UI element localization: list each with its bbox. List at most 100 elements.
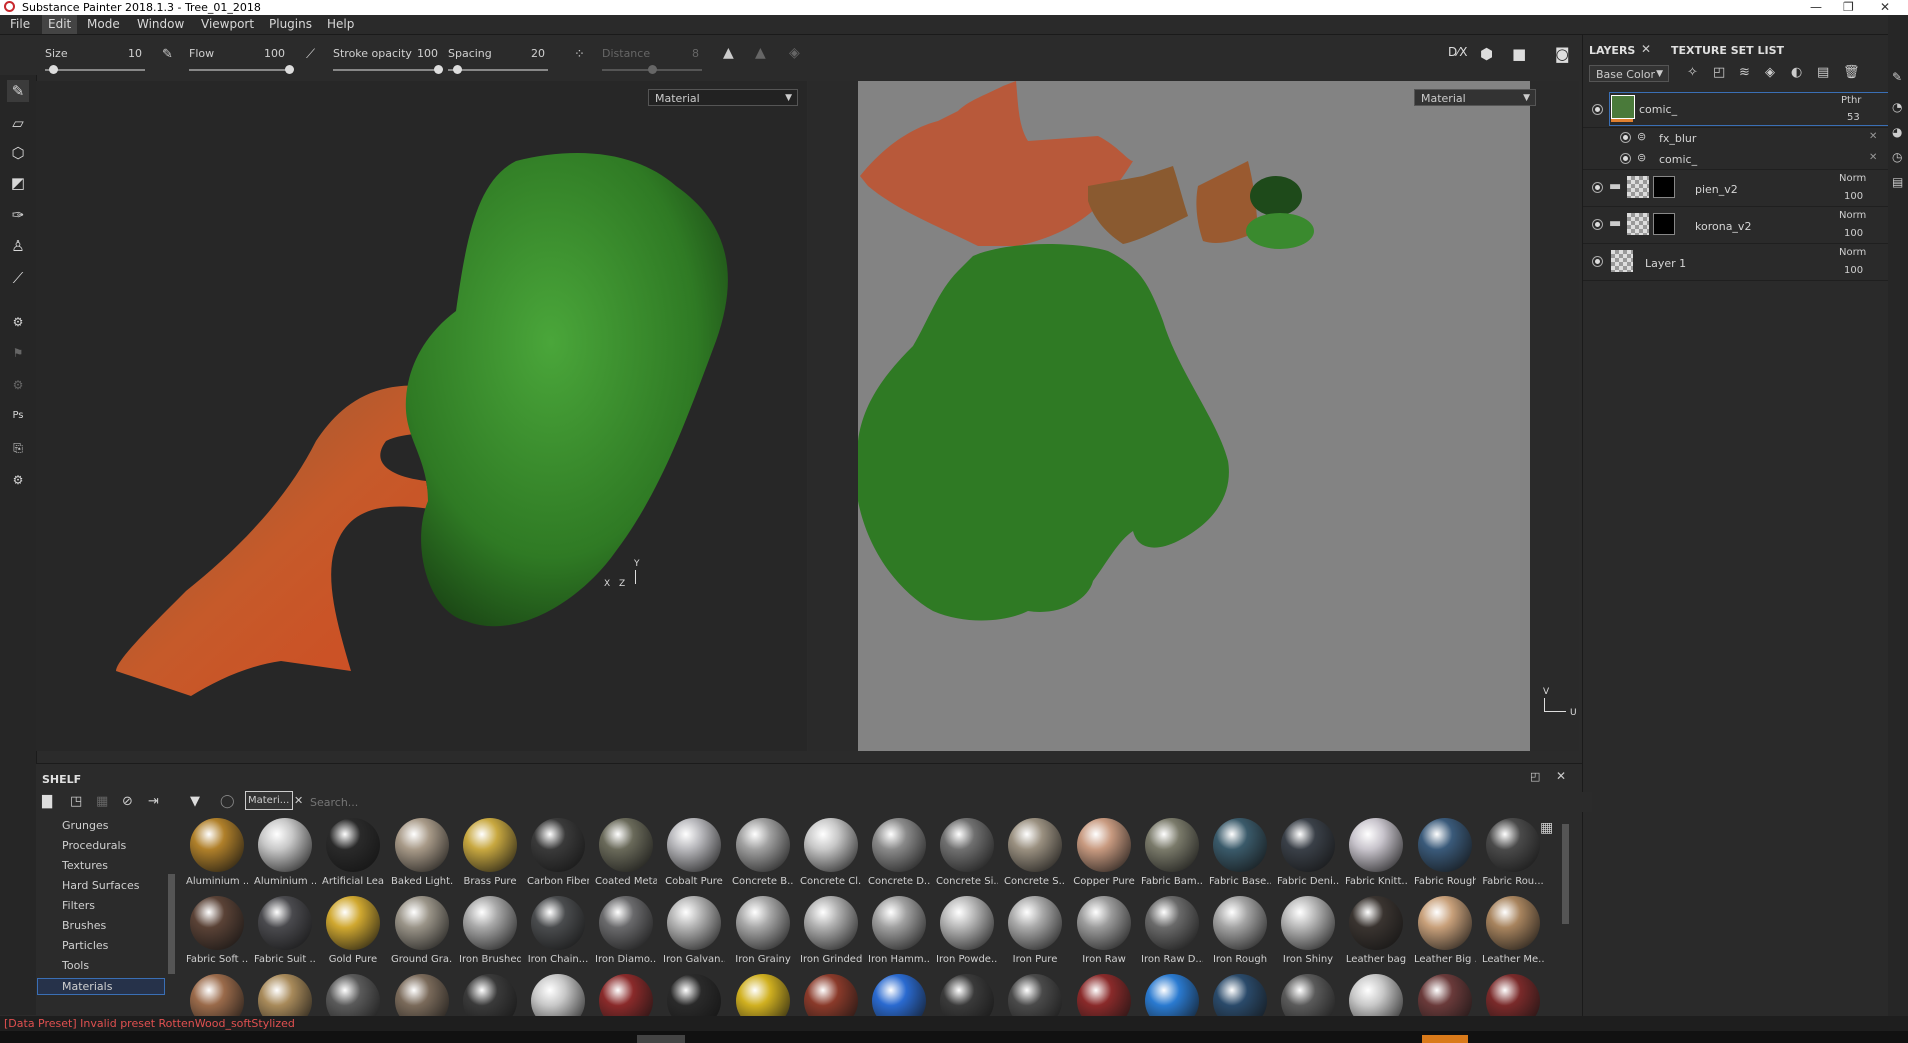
distance-value[interactable]: 8 <box>669 47 699 60</box>
material-tile[interactable]: Iron Grainy <box>732 896 794 965</box>
folder-icon[interactable]: ▇ <box>42 794 52 809</box>
shelf-search-input[interactable] <box>308 792 1592 812</box>
material-tile[interactable]: Iron Rough <box>1209 896 1271 965</box>
flow-slider[interactable] <box>189 69 289 71</box>
layer-row-pien-v2[interactable]: ▬ pien_v2 Norm 100 <box>1583 170 1889 207</box>
eraser-icon[interactable]: ▱ <box>7 112 29 134</box>
polygon-fill-icon[interactable]: ◩ <box>7 172 29 194</box>
filter-icon[interactable]: ▼ <box>190 794 200 809</box>
material-tile[interactable]: Coated Metal <box>595 818 657 887</box>
viewport-3d[interactable]: Material ▼ Y X Z <box>36 81 807 751</box>
material-tile[interactable] <box>1073 974 1135 1016</box>
symmetry-axis-icon[interactable]: ◈ <box>789 45 800 61</box>
category-filters[interactable]: Filters <box>62 899 95 912</box>
material-tile[interactable]: Leather Me... <box>1482 896 1544 965</box>
material-tile[interactable]: Iron Raw <box>1073 896 1135 965</box>
material-tile[interactable]: Artificial Lea... <box>322 818 384 887</box>
tab-layers[interactable]: LAYERS <box>1589 44 1635 57</box>
material-tile[interactable] <box>1414 974 1476 1016</box>
spacing-slider-knob[interactable] <box>453 65 462 74</box>
material-tile[interactable]: Iron Powde... <box>936 896 998 965</box>
layer-row-comic[interactable]: comic_ Pthr 53 <box>1583 92 1889 128</box>
size-slider[interactable] <box>45 69 145 71</box>
material-tile[interactable]: Iron Diamo... <box>595 896 657 965</box>
stroke-opacity-slider[interactable] <box>333 69 438 71</box>
layer-blend-mode[interactable]: Norm <box>1839 247 1866 258</box>
distance-slider-knob[interactable] <box>648 65 657 74</box>
material-tile[interactable] <box>800 974 862 1016</box>
layer-blend-mode[interactable]: Norm <box>1839 210 1866 221</box>
projection-icon[interactable]: ⬡ <box>7 142 29 164</box>
material-tile[interactable]: Iron Chain... <box>527 896 589 965</box>
maximize-icon[interactable]: ◰ <box>1530 770 1540 783</box>
material-tile[interactable] <box>1209 974 1271 1016</box>
size-slider-knob[interactable] <box>49 65 58 74</box>
flow-value[interactable]: 100 <box>255 47 285 60</box>
color-picker-icon[interactable]: ⟋ <box>7 267 29 289</box>
remove-filter-icon[interactable]: ✕ <box>294 794 303 807</box>
category-tools[interactable]: Tools <box>62 959 89 972</box>
material-tile[interactable]: Fabric Soft ... <box>186 896 248 965</box>
add-layer-icon[interactable]: ≋ <box>1739 65 1750 80</box>
category-procedurals[interactable]: Procedurals <box>62 839 126 852</box>
brush-settings-icon[interactable]: ✎ <box>1892 70 1902 84</box>
eye-icon[interactable] <box>1592 104 1603 115</box>
export-shelf-icon[interactable]: ⇥ <box>148 794 159 809</box>
material-tile[interactable]: Fabric Base... <box>1209 818 1271 887</box>
layer-opacity[interactable]: 100 <box>1844 228 1863 239</box>
material-tile[interactable]: Fabric Knitt... <box>1345 818 1407 887</box>
circle-icon[interactable]: ◯ <box>220 794 235 809</box>
eye-icon[interactable] <box>1592 219 1603 230</box>
material-tile[interactable]: Leather bag <box>1345 896 1407 965</box>
remove-effect-icon[interactable]: ✕ <box>1869 152 1877 163</box>
paint-brush-icon[interactable]: ✎ <box>7 80 29 102</box>
stroke-opacity-slider-knob[interactable] <box>434 65 443 74</box>
menu-file[interactable]: File <box>4 15 36 34</box>
clone-stamp-icon[interactable]: ♙ <box>7 235 29 257</box>
settings-disabled-icon[interactable]: ⚙ <box>7 374 29 396</box>
material-tile[interactable] <box>1141 974 1203 1016</box>
remove-effect-icon[interactable]: ✕ <box>1869 131 1877 142</box>
size-value[interactable]: 10 <box>112 47 142 60</box>
grid-view-icon[interactable]: ▦ <box>1540 820 1553 836</box>
layer-row-korona-v2[interactable]: ▬ korona_v2 Norm 100 <box>1583 207 1889 244</box>
menu-mode[interactable]: Mode <box>81 15 126 34</box>
material-tile[interactable]: Ground Gra... <box>391 896 453 965</box>
material-tile[interactable]: Brass Pure <box>459 818 521 887</box>
lazy-mouse-icon[interactable]: ⁘ <box>574 47 585 62</box>
pen-pressure-icon[interactable]: ⟋ <box>306 47 315 62</box>
filter-tag[interactable]: Materi... <box>245 791 293 810</box>
material-tile[interactable]: Baked Light... <box>391 818 453 887</box>
minimize-button[interactable]: — <box>1810 0 1822 14</box>
material-tile[interactable]: Cobalt Pure <box>663 818 725 887</box>
effect-row-comic[interactable]: ⊜ comic_ ✕ <box>1583 149 1889 170</box>
material-tile[interactable] <box>732 974 794 1016</box>
spacing-slider[interactable] <box>448 69 548 71</box>
display-icon[interactable]: ◔ <box>1892 100 1902 114</box>
new-folder-icon[interactable]: ◳ <box>70 794 82 809</box>
close-shelf-icon[interactable]: ✕ <box>1556 769 1566 783</box>
menu-edit[interactable]: Edit <box>42 15 78 34</box>
notification-icon[interactable]: ⚑ <box>7 342 29 364</box>
material-tile[interactable]: Fabric Deni... <box>1277 818 1339 887</box>
tab-texture-set-list[interactable]: TEXTURE SET LIST <box>1671 44 1784 57</box>
menu-help[interactable]: Help <box>321 15 360 34</box>
category-grunges[interactable]: Grunges <box>62 819 108 832</box>
bake-icon[interactable]: ⚙ <box>7 311 29 333</box>
category-textures[interactable]: Textures <box>62 859 108 872</box>
log-icon[interactable]: ▤ <box>1892 175 1903 189</box>
material-tile[interactable]: Copper Pure <box>1073 818 1135 887</box>
material-tile[interactable] <box>663 974 725 1016</box>
material-tile[interactable] <box>391 974 453 1016</box>
flow-slider-knob[interactable] <box>285 65 294 74</box>
layer-opacity[interactable]: 100 <box>1844 265 1863 276</box>
brush-icon[interactable]: ✎ <box>162 47 173 62</box>
material-tile[interactable] <box>1004 974 1066 1016</box>
eye-icon[interactable] <box>1620 132 1631 143</box>
material-tile[interactable]: Concrete S... <box>1004 818 1066 887</box>
export-icon[interactable]: ⎘ <box>7 437 29 459</box>
eye-icon[interactable] <box>1592 182 1603 193</box>
material-tile[interactable] <box>527 974 589 1016</box>
add-smart-material-icon[interactable]: ◐ <box>1791 65 1802 80</box>
effect-row-fx-blur[interactable]: ⊜ fx_blur ✕ <box>1583 128 1889 148</box>
